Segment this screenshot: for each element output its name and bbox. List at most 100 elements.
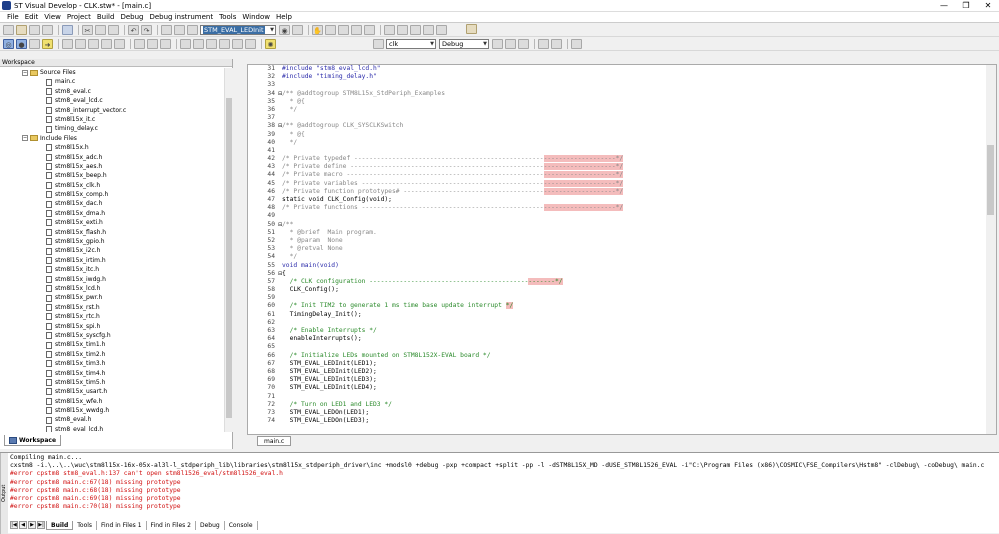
print-icon[interactable] <box>62 24 73 35</box>
code-line[interactable]: /* Turn on LED1 and LED3 */ <box>282 401 982 409</box>
tree-file-item[interactable]: stm8l15x_flash.h <box>0 228 224 237</box>
save-icon[interactable] <box>29 24 40 35</box>
tree-file-item[interactable]: stm8l15x.h <box>0 143 224 152</box>
tree-file-item[interactable]: stm8l15x_adc.h <box>0 153 224 162</box>
programmer-icon[interactable] <box>538 38 549 49</box>
first-tab-icon[interactable]: |◀ <box>10 521 18 529</box>
output-error-line[interactable]: #error cpstm8 main.c:67(18) missing prot… <box>10 479 995 487</box>
rebuild-icon[interactable] <box>88 38 99 49</box>
code-line[interactable]: STM_EVAL_LEDInit(LED1); <box>282 360 982 368</box>
code-editor[interactable]: 31 32 33 34 35 36 37 38 39 40 41 42 43 44 45 46 47 48 49 50… <box>247 64 997 435</box>
bookmark-prev-icon[interactable] <box>351 24 362 35</box>
save-all-icon[interactable] <box>42 24 53 35</box>
tree-file-item[interactable]: stm8l15x_aes.h <box>0 162 224 171</box>
code-line[interactable]: enableInterrupts(); <box>282 335 982 343</box>
menu-tools[interactable]: Tools <box>216 13 239 21</box>
copy-icon[interactable] <box>95 24 106 35</box>
scrollbar-thumb[interactable] <box>987 145 994 215</box>
tree-file-item[interactable]: stm8l15x_clk.h <box>0 181 224 190</box>
tree-file-item[interactable]: stm8l15x_tim1.h <box>0 340 224 349</box>
minimize-button[interactable]: — <box>933 0 955 12</box>
code-line[interactable]: * @retval None <box>282 245 982 253</box>
output-tab-tools[interactable]: Tools <box>73 520 98 530</box>
run-icon[interactable]: ➜ <box>42 38 53 49</box>
tree-file-item[interactable]: stm8l15x_tim3.h <box>0 359 224 368</box>
tree-file-item[interactable]: stm8l15x_wfe.h <box>0 397 224 406</box>
code-line[interactable]: /* Private macro -----------------------… <box>282 171 982 179</box>
config-select[interactable]: Debug ▼ <box>439 38 489 49</box>
output-tab-find-in-files-2[interactable]: Find in Files 2 <box>147 520 196 530</box>
tree-folder-include-files[interactable]: − Include Files <box>0 134 224 143</box>
cut-icon[interactable]: ✂ <box>82 24 93 35</box>
find-icon[interactable] <box>161 24 172 35</box>
menu-project[interactable]: Project <box>64 13 94 21</box>
code-line[interactable]: */ <box>282 139 982 147</box>
settings-icon[interactable] <box>492 38 503 49</box>
options-icon[interactable] <box>518 38 529 49</box>
compile-icon[interactable] <box>62 38 73 49</box>
tree-file-item[interactable]: stm8l15x_syscfg.h <box>0 331 224 340</box>
tree-folder-source-files[interactable]: − Source Files <box>0 68 224 77</box>
last-tab-icon[interactable]: ▶| <box>37 521 45 529</box>
debug-stop-icon[interactable]: ● <box>16 38 27 49</box>
code-line[interactable]: */ <box>282 253 982 261</box>
code-area[interactable]: #include "stm8_eval_lcd.h" #include "timi… <box>282 65 982 434</box>
tree-file-item[interactable]: stm8_eval.h <box>0 415 224 424</box>
watch-icon[interactable] <box>180 38 191 49</box>
breakpoint-icon[interactable] <box>134 38 145 49</box>
code-line[interactable] <box>282 319 982 327</box>
paste-icon[interactable] <box>108 24 119 35</box>
tools-icon[interactable] <box>505 38 516 49</box>
tree-file-item[interactable]: stm8_eval_lcd.c <box>0 96 224 105</box>
menu-debug-instrument[interactable]: Debug instrument <box>146 13 216 21</box>
code-line[interactable]: */ <box>282 106 982 114</box>
undo-icon[interactable]: ↶ <box>128 24 139 35</box>
code-line[interactable]: /* Private typedef ---------------------… <box>282 155 982 163</box>
code-line[interactable]: static void CLK_Config(void); <box>282 196 982 204</box>
code-line[interactable]: * @{ <box>282 98 982 106</box>
output-tab-console[interactable]: Console <box>225 520 258 530</box>
code-line[interactable] <box>282 393 982 401</box>
code-line[interactable]: /** <box>282 221 982 229</box>
maximize-button[interactable]: ❐ <box>955 0 977 12</box>
tree-file-item[interactable]: stm8l15x_lcd.h <box>0 284 224 293</box>
tree-file-item[interactable]: stm8l15x_rtc.h <box>0 312 224 321</box>
collapse-icon[interactable]: − <box>22 135 28 142</box>
project-icon[interactable] <box>466 24 477 34</box>
close-button[interactable]: ✕ <box>977 0 999 12</box>
tree-file-item[interactable]: stm8_eval_lcd.h <box>0 425 224 432</box>
memory-icon[interactable] <box>193 38 204 49</box>
tree-file-item[interactable]: stm8l15x_usart.h <box>0 387 224 396</box>
code-line[interactable]: STM_EVAL_LEDInit(LED3); <box>282 376 982 384</box>
tree-file-item[interactable]: stm8l15x_gpio.h <box>0 237 224 246</box>
binoculars-icon[interactable]: ◉ <box>279 24 290 35</box>
code-line[interactable]: /* Enable Interrupts */ <box>282 327 982 335</box>
code-line[interactable]: /** @addtogroup STM8L15x_StdPeriph_Examp… <box>282 90 982 98</box>
menu-help[interactable]: Help <box>273 13 295 21</box>
code-line[interactable]: STM_EVAL_LEDOn(LED3); <box>282 417 982 425</box>
tree-file-item[interactable]: stm8l15x_tim4.h <box>0 369 224 378</box>
tree-file-item[interactable]: stm8l15x_dma.h <box>0 209 224 218</box>
stop-build-icon[interactable] <box>114 38 125 49</box>
code-line[interactable]: { <box>282 270 982 278</box>
open-folder-icon[interactable] <box>16 24 27 35</box>
redo-icon[interactable]: ↷ <box>141 24 152 35</box>
registers-icon[interactable] <box>206 38 217 49</box>
bookmark-next-icon[interactable] <box>338 24 349 35</box>
menu-file[interactable]: File <box>4 13 22 21</box>
code-line[interactable]: TimingDelay_Init(); <box>282 311 982 319</box>
collapse-icon[interactable]: − <box>22 69 28 76</box>
tree-file-item[interactable]: stm8l15x_tim5.h <box>0 378 224 387</box>
menu-view[interactable]: View <box>41 13 64 21</box>
code-line[interactable]: * @brief Main program. <box>282 229 982 237</box>
code-line[interactable] <box>282 294 982 302</box>
code-line[interactable] <box>282 114 982 122</box>
tree-file-item[interactable]: stm8l15x_exti.h <box>0 218 224 227</box>
output-text[interactable]: Compiling main.c... cxstm8 -i.\..\..\wuc\… <box>10 454 995 518</box>
code-line[interactable]: /** @addtogroup CLK_SYSCLKSwitch <box>282 122 982 130</box>
output-error-line[interactable]: #error cpstm8 main.c:70(18) missing prot… <box>10 503 995 511</box>
code-line[interactable]: CLK_Config(); <box>282 286 982 294</box>
tree-file-item[interactable]: stm8l15x_i2c.h <box>0 246 224 255</box>
code-line[interactable]: * @param None <box>282 237 982 245</box>
output-error-line[interactable]: #error cpstm8 stm8_eval.h:137 can't open… <box>10 470 995 478</box>
